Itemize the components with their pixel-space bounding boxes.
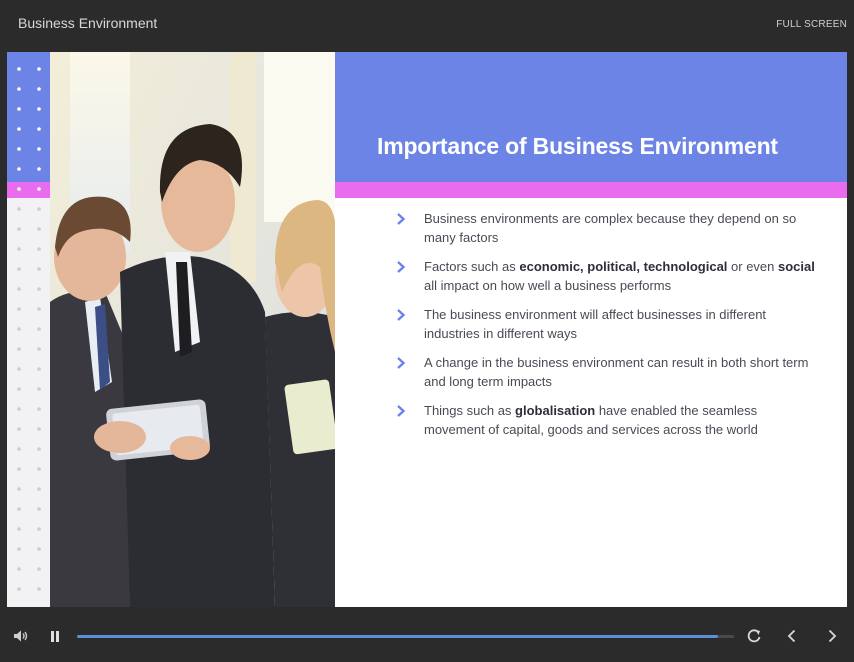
chevron-left-icon[interactable] [783,627,801,645]
accent-band [335,182,847,198]
bullet-text: Things such as [424,403,516,418]
bullet-item: The business environment will affect bus… [395,305,815,343]
bullet-bold-text: economic, political, technological [519,259,728,274]
bullet-item: Things such as globalisation have enable… [395,401,815,439]
bullet-bold-text: social [778,259,815,274]
chevron-right-icon [397,405,406,417]
player-top-bar: Business Environment FULL SCREEN [0,0,854,52]
chevron-right-icon [397,261,406,273]
bullet-text: Business environments are complex becaus… [424,211,797,245]
bullet-text: The business environment will affect bus… [424,307,767,341]
progress-bar[interactable] [77,635,734,638]
bullet-item: A change in the business environment can… [395,353,815,391]
bullet-bold-text: globalisation [515,403,596,418]
fullscreen-button[interactable]: FULL SCREEN [776,19,847,30]
replay-icon[interactable] [745,627,763,645]
volume-icon[interactable] [12,627,30,645]
slide-title: Importance of Business Environment [377,133,778,159]
slide: Importance of Business Environment Busin… [7,52,847,607]
bullet-text: A change in the business environment can… [424,355,809,389]
decorative-dot-strip [7,52,50,607]
chevron-right-icon [397,357,406,369]
chevron-right-icon[interactable] [823,627,841,645]
business-team-photo [50,52,335,607]
bullet-text: all impact on how well a business perfor… [424,278,672,293]
bullet-item: Factors such as economic, political, tec… [395,257,815,295]
chevron-right-icon [397,309,406,321]
bullet-text: Factors such as [424,259,520,274]
chevron-right-icon [397,213,406,225]
bullet-list: Business environments are complex becaus… [395,209,815,449]
player-controls [0,607,854,662]
bullet-text: or even [727,259,779,274]
bullet-item: Business environments are complex becaus… [395,209,815,247]
slide-header: Importance of Business Environment [335,52,847,182]
pause-icon[interactable] [46,627,64,645]
progress-fill [77,635,719,638]
course-title: Business Environment [18,15,158,31]
